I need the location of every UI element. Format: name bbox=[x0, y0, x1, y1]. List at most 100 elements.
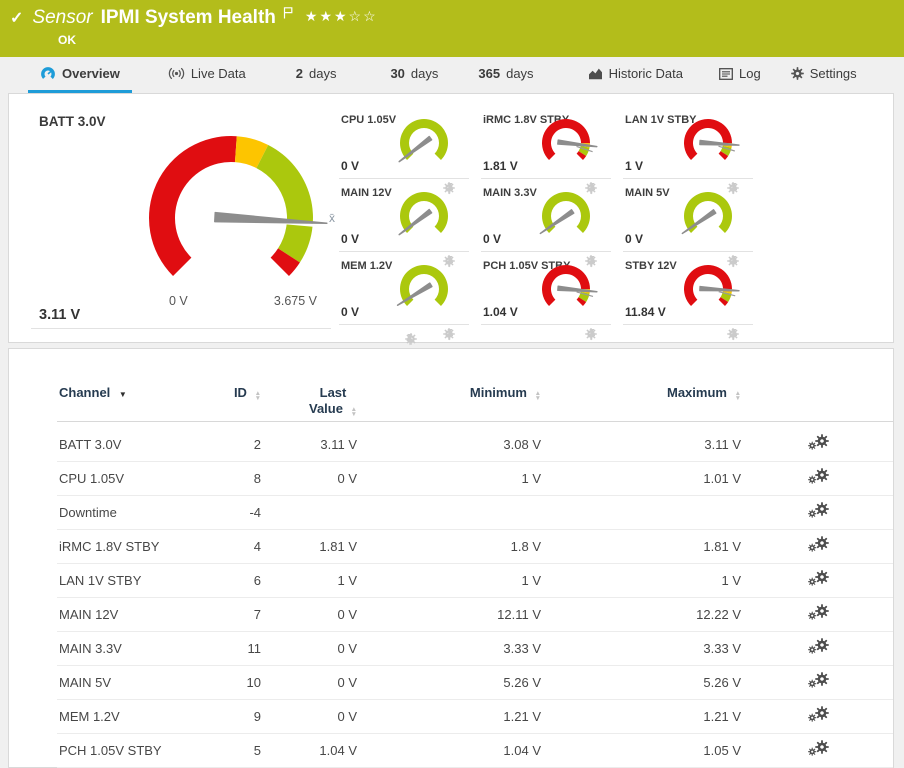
sensor-kind-label: Sensor bbox=[32, 7, 92, 29]
chart-icon bbox=[588, 67, 603, 80]
cell-last-value: 0 V bbox=[263, 471, 359, 486]
gauge bbox=[679, 188, 741, 242]
cell-last-value: 0 V bbox=[263, 675, 359, 690]
cell-id: 5 bbox=[207, 743, 263, 758]
cell-maximum: 1.01 V bbox=[543, 471, 743, 486]
gauge-title: MEM 1.2V bbox=[341, 260, 392, 272]
tab-label: days bbox=[309, 66, 336, 81]
cell-last-value: 1 V bbox=[263, 573, 359, 588]
cell-maximum: 12.22 V bbox=[543, 607, 743, 622]
table-row: MAIN 12V 7 0 V 12.11 V 12.22 V bbox=[57, 598, 893, 632]
channel-settings-button[interactable] bbox=[743, 434, 893, 456]
cell-id: 7 bbox=[207, 607, 263, 622]
channel-settings-button[interactable] bbox=[743, 706, 893, 728]
main-gauge-tile: BATT 3.0V x̄ 0 V 3.675 V 3.11 V bbox=[31, 106, 331, 329]
cell-minimum: 3.33 V bbox=[359, 641, 543, 656]
cell-channel: MAIN 3.3V bbox=[57, 641, 207, 656]
cell-channel: MAIN 12V bbox=[57, 607, 207, 622]
gauge bbox=[395, 261, 457, 315]
main-gauge-value: 3.11 V bbox=[39, 307, 80, 323]
tab-settings[interactable]: Settings bbox=[779, 57, 869, 93]
table-header-row: Channel ▼ID ▲▼LastValue ▲▼Minimum ▲▼Maxi… bbox=[57, 349, 893, 422]
cell-maximum: 3.33 V bbox=[543, 641, 743, 656]
cell-channel: MEM 1.2V bbox=[57, 709, 207, 724]
gauge-title: CPU 1.05V bbox=[341, 114, 396, 126]
tab-label: days bbox=[506, 66, 533, 81]
table-row: BATT 3.0V 2 3.11 V 3.08 V 3.11 V bbox=[57, 428, 893, 462]
cell-minimum: 1.21 V bbox=[359, 709, 543, 724]
small-gauge-tile: CPU 1.05V 0 V bbox=[339, 106, 469, 179]
small-gauge-tile: PCH 1.05V STBY 1.04 V bbox=[481, 252, 611, 325]
channel-settings-button[interactable] bbox=[743, 536, 893, 558]
channel-settings-button[interactable] bbox=[743, 740, 893, 762]
gauge bbox=[537, 261, 599, 315]
gauge-icon bbox=[40, 66, 56, 82]
column-header-max[interactable]: Maximum ▲▼ bbox=[543, 385, 743, 401]
small-gauge-tile: LAN 1V STBY 1 V bbox=[623, 106, 753, 179]
tab-365-days[interactable]: 365 days bbox=[466, 57, 545, 93]
gauge-value: 11.84 V bbox=[625, 305, 666, 319]
tab-label: days bbox=[411, 66, 438, 81]
status-check-icon: ✓ bbox=[10, 8, 23, 28]
cell-id: 9 bbox=[207, 709, 263, 724]
channel-settings-gears-icon bbox=[808, 672, 829, 694]
channel-settings-button[interactable] bbox=[743, 672, 893, 694]
tab-2-days[interactable]: 2days bbox=[284, 57, 349, 93]
tab-overview[interactable]: Overview bbox=[28, 57, 132, 93]
gauge bbox=[395, 188, 457, 242]
channel-settings-gears-icon bbox=[808, 434, 829, 456]
cell-minimum: 5.26 V bbox=[359, 675, 543, 690]
channel-settings-button[interactable] bbox=[743, 502, 893, 524]
sort-desc-icon: ▼ bbox=[119, 390, 127, 399]
sensor-header: ✓ Sensor IPMI System Health ★★★☆☆ OK bbox=[0, 0, 904, 57]
channels-table-panel: Channel ▼ID ▲▼LastValue ▲▼Minimum ▲▼Maxi… bbox=[8, 348, 894, 768]
gauge-title: MAIN 3.3V bbox=[483, 187, 537, 199]
sort-icon: ▲▼ bbox=[735, 392, 741, 401]
column-header-last[interactable]: LastValue ▲▼ bbox=[263, 385, 359, 417]
cell-channel: iRMC 1.8V STBY bbox=[57, 539, 207, 554]
gauge-value: 0 V bbox=[625, 232, 643, 246]
table-row: MAIN 5V 10 0 V 5.26 V 5.26 V bbox=[57, 666, 893, 700]
log-icon bbox=[719, 68, 733, 80]
flag-icon[interactable] bbox=[283, 7, 293, 19]
cell-maximum: 1.21 V bbox=[543, 709, 743, 724]
gauge-max-label: 3.675 V bbox=[274, 294, 317, 308]
gauge-min-label: 0 V bbox=[169, 294, 188, 308]
small-gauge-tile: MAIN 12V 0 V bbox=[339, 179, 469, 252]
column-header-min[interactable]: Minimum ▲▼ bbox=[359, 385, 543, 401]
tab-label: Settings bbox=[810, 66, 857, 81]
tab-historic-data[interactable]: Historic Data bbox=[576, 57, 695, 93]
gauge bbox=[537, 188, 599, 242]
column-header-channel[interactable]: Channel ▼ bbox=[57, 385, 207, 403]
tab-30-days[interactable]: 30days bbox=[378, 57, 450, 93]
cell-minimum: 1.04 V bbox=[359, 743, 543, 758]
tab-number: 365 bbox=[478, 66, 500, 81]
tab-live-data[interactable]: Live Data bbox=[156, 57, 258, 93]
gauge-value: 1 V bbox=[625, 159, 643, 173]
channel-settings-gears-icon bbox=[808, 468, 829, 490]
gauge bbox=[395, 115, 457, 169]
gauge bbox=[679, 115, 741, 169]
table-row: Downtime -4 bbox=[57, 496, 893, 530]
cell-last-value: 0 V bbox=[263, 607, 359, 622]
gauge-value: 0 V bbox=[483, 232, 501, 246]
cell-channel: LAN 1V STBY bbox=[57, 573, 207, 588]
small-gauge-tile: MAIN 3.3V 0 V bbox=[481, 179, 611, 252]
channel-settings-button[interactable] bbox=[743, 604, 893, 626]
column-header-id[interactable]: ID ▲▼ bbox=[207, 385, 263, 401]
cell-minimum: 1 V bbox=[359, 573, 543, 588]
channel-settings-button[interactable] bbox=[743, 468, 893, 490]
small-gauges-grid: CPU 1.05V 0 V iRMC 1.8V STBY 1.81 V LAN … bbox=[339, 106, 753, 325]
cell-minimum: 1.8 V bbox=[359, 539, 543, 554]
small-gauge-tile: MEM 1.2V 0 V bbox=[339, 252, 469, 325]
priority-stars[interactable]: ★★★☆☆ bbox=[305, 8, 378, 25]
small-gauge-tile: MAIN 5V 0 V bbox=[623, 179, 753, 252]
channel-settings-button[interactable] bbox=[743, 570, 893, 592]
channel-settings-gears-icon bbox=[808, 638, 829, 660]
cell-id: 6 bbox=[207, 573, 263, 588]
gauge bbox=[537, 115, 599, 169]
tab-log[interactable]: Log bbox=[707, 57, 773, 93]
channel-settings-button[interactable] bbox=[743, 638, 893, 660]
sort-icon: ▲▼ bbox=[351, 408, 357, 417]
cell-minimum: 3.08 V bbox=[359, 437, 543, 452]
